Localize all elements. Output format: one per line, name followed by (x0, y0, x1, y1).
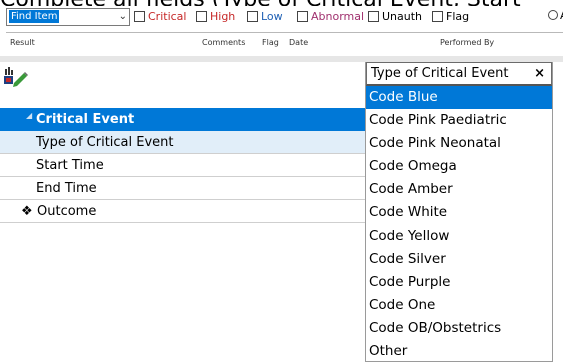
radio-icon[interactable] (548, 10, 558, 20)
option-code-pink-neonatal[interactable]: Code Pink Neonatal (366, 132, 552, 155)
filter-label: Unauth (382, 10, 423, 23)
column-header-date[interactable]: Date (289, 38, 308, 48)
filter-high[interactable]: High (196, 10, 235, 24)
results-toolbar: Find Item ⌄ Critical High Low Abnormal U… (0, 6, 563, 30)
filter-unauth[interactable]: Unauth (368, 10, 422, 24)
field-end-time[interactable]: End Time (0, 177, 365, 200)
option-other[interactable]: Other (366, 340, 552, 363)
option-code-white[interactable]: Code White (366, 201, 552, 224)
dropdown-header: Type of Critical Event × (366, 62, 552, 86)
column-header-performed-by[interactable]: Performed By (440, 38, 494, 48)
form-edit-icon[interactable] (2, 66, 32, 90)
option-code-ob-obstetrics[interactable]: Code OB/Obstetrics (366, 317, 552, 340)
option-code-pink-paediatric[interactable]: Code Pink Paediatric (366, 109, 552, 132)
option-code-silver[interactable]: Code Silver (366, 248, 552, 271)
field-label: Type of Critical Event (36, 135, 174, 150)
checkbox-icon[interactable] (247, 11, 258, 22)
filter-flag[interactable]: Flag (432, 10, 469, 24)
filter-critical[interactable]: Critical (134, 10, 186, 24)
section-critical-event[interactable]: ◢ Critical Event (0, 108, 365, 131)
checkbox-icon[interactable] (297, 11, 308, 22)
section-title: Critical Event (36, 112, 135, 127)
checkbox-icon[interactable] (134, 11, 145, 22)
field-label: End Time (36, 181, 97, 196)
chevron-down-icon: ⌄ (118, 11, 127, 22)
field-type-of-critical-event[interactable]: Type of Critical Event (0, 131, 365, 154)
option-code-omega[interactable]: Code Omega (366, 155, 552, 178)
option-code-blue[interactable]: Code Blue (366, 86, 552, 110)
checkbox-icon[interactable] (196, 11, 207, 22)
dropdown-title: Type of Critical Event (371, 66, 509, 81)
option-code-purple[interactable]: Code Purple (366, 271, 552, 294)
field-label: Outcome (37, 204, 97, 219)
option-code-yellow[interactable]: Code Yellow (366, 225, 552, 248)
critical-event-type-dropdown[interactable]: Type of Critical Event × Code Blue Code … (365, 62, 553, 362)
column-header-flag[interactable]: Flag (262, 38, 279, 48)
filter-label: Critical (148, 10, 187, 23)
critical-event-form: ◢ Critical Event Type of Critical Event … (0, 108, 365, 223)
filter-abnormal[interactable]: Abnormal (297, 10, 364, 24)
find-item-value: Find Item (9, 10, 60, 23)
filter-label: Flag (446, 10, 470, 23)
filter-low[interactable]: Low (247, 10, 283, 24)
collapse-caret-icon[interactable]: ◢ (26, 104, 32, 127)
filter-label: High (210, 10, 236, 23)
field-start-time[interactable]: Start Time (0, 154, 365, 177)
filter-label: Low (261, 10, 283, 23)
filter-label: Abnormal (311, 10, 365, 23)
field-outcome[interactable]: ❖ Outcome (0, 200, 365, 223)
field-label: Start Time (36, 158, 104, 173)
required-diamond-icon: ❖ (21, 204, 33, 219)
column-header-result[interactable]: Result (10, 38, 35, 48)
checkbox-icon[interactable] (432, 11, 443, 22)
option-code-amber[interactable]: Code Amber (366, 178, 552, 201)
find-item-select[interactable]: Find Item ⌄ (6, 8, 130, 26)
column-header-comments[interactable]: Comments (202, 38, 245, 48)
results-column-header: Result Comments Flag Date Performed By (6, 32, 563, 57)
checkbox-icon[interactable] (368, 11, 379, 22)
close-icon[interactable]: × (534, 63, 545, 84)
option-code-one[interactable]: Code One (366, 294, 552, 317)
